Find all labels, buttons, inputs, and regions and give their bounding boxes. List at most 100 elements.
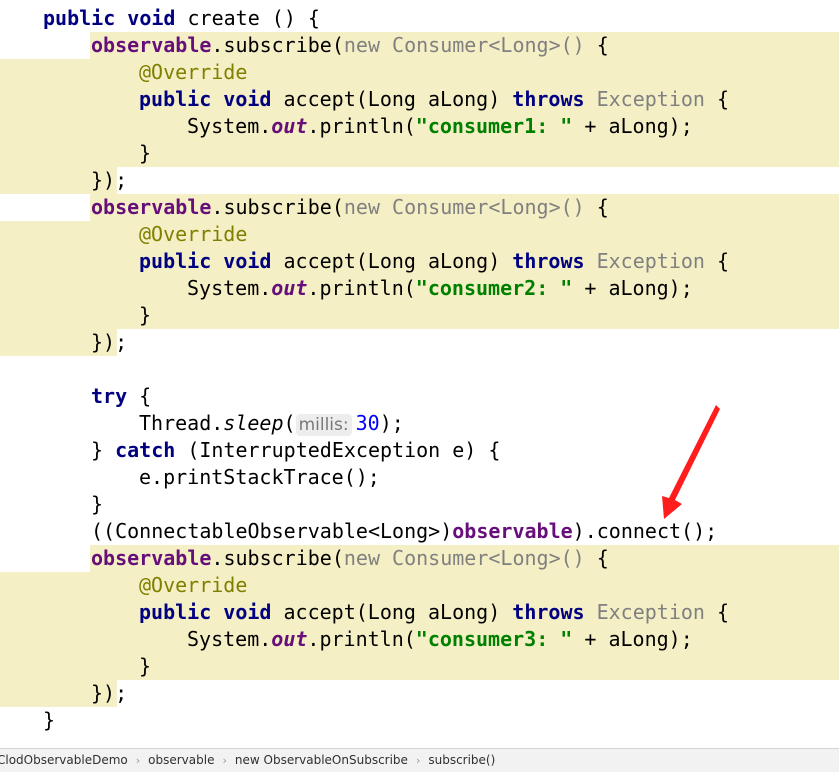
expression: + aLong); [572,276,693,300]
code-line: try { [0,383,151,410]
field-ref: observable [91,546,212,570]
arrow-shape [662,405,720,519]
code-line: } [0,302,151,329]
method-name: create () { [175,6,320,30]
code-line: public void accept(Long aLong) throws Ex… [0,248,729,275]
method-call: .println( [307,276,416,300]
type-ref: Exception [584,600,705,624]
method-call: .subscribe( [211,546,344,570]
code-line: observable.subscribe(new Consumer<Long>(… [0,545,609,572]
code-line: System.out.println("consumer3: " + aLong… [0,626,693,653]
brace: { [704,249,730,273]
code-line: } catch (InterruptedException e) { [0,437,500,464]
code-line: @Override [0,221,247,248]
code-editor[interactable]: public void create () { observable.subsc… [0,0,839,748]
keyword: throws [512,87,585,111]
code-line: e.printStackTrace(); [0,464,380,491]
brace: } [43,708,56,732]
code-line: observable.subscribe(new Consumer<Long>(… [0,194,609,221]
paren: ); [379,411,404,435]
brace: { [704,600,730,624]
code-line: ((ConnectableObservable<Long>)observable… [0,518,717,545]
brace: } [91,438,116,462]
method-call: .println( [307,627,416,651]
code-line: @Override [0,572,247,599]
keyword: void [127,6,176,30]
keyword: void [223,249,272,273]
catch-clause: (InterruptedException e) { [175,438,501,462]
type-ref: Exception [584,249,705,273]
code-line: }); [0,329,127,356]
code-line: public void accept(Long aLong) throws Ex… [0,86,729,113]
field-ref: observable [91,33,212,57]
brace: } [139,141,152,165]
code-line: }); [0,680,127,707]
parameter-hint: millis: [295,414,352,436]
field-ref: out [271,276,308,300]
method-signature: accept(Long aLong) [271,87,513,111]
breadcrumb-item-anonymous-class[interactable]: new ObservableOnSubscribe [235,749,408,772]
brace: }); [91,168,128,192]
annotation: @Override [139,60,248,84]
brace: { [704,87,730,111]
method-call: ).connect(); [572,519,718,543]
breadcrumb-separator: › [415,754,421,767]
class-ref: System. [187,627,272,651]
cast-expression: ((ConnectableObservable<Long>) [91,519,453,543]
class-ref: System. [187,114,272,138]
type-ref: Consumer<Long>() [380,33,585,57]
keyword: try [91,384,128,408]
method-call: sleep [223,411,284,435]
code-line: observable.subscribe(new Consumer<Long>(… [0,32,609,59]
code-line: System.out.println("consumer1: " + aLong… [0,113,693,140]
type-ref: Exception [584,87,705,111]
method-call: e.printStackTrace(); [139,465,380,489]
class-ref: Thread. [139,411,224,435]
code-line: Thread.sleep(millis: 30); [0,410,404,437]
method-call: .subscribe( [211,195,344,219]
brace: }); [91,681,128,705]
brace: { [584,546,609,570]
code-line: }); [0,167,127,194]
breadcrumb-separator: › [222,754,227,767]
code-line: } [0,707,55,734]
keyword: new [343,546,380,570]
code-line: } [0,491,103,518]
keyword: public [139,600,212,624]
expression: + aLong); [572,627,693,651]
breadcrumb: ClodObservableDemo › observable › new Observ… [0,748,839,772]
brace: { [584,195,609,219]
brace: }); [91,330,128,354]
method-call: .subscribe( [211,33,344,57]
brace: } [139,654,152,678]
string-literal: "consumer3: " [415,627,573,651]
code-line: System.out.println("consumer2: " + aLong… [0,275,693,302]
number-literal: 30 [355,411,380,435]
breadcrumb-item-class[interactable]: ClodObservableDemo [0,749,128,772]
paren: ( [283,411,296,435]
brace: } [91,492,104,516]
keyword: catch [115,438,176,462]
type-ref: Consumer<Long>() [380,195,585,219]
code-line: public void accept(Long aLong) throws Ex… [0,599,729,626]
annotation: @Override [139,573,248,597]
keyword: new [343,33,380,57]
brace: } [139,303,152,327]
keyword: public [43,6,116,30]
field-ref: observable [452,519,573,543]
breadcrumb-separator: › [135,754,141,767]
keyword: new [343,195,380,219]
method-signature: accept(Long aLong) [271,249,513,273]
string-literal: "consumer1: " [415,114,573,138]
keyword: public [139,87,212,111]
keyword: void [223,600,272,624]
breadcrumb-item-field[interactable]: observable [148,749,214,772]
field-ref: observable [91,195,212,219]
keyword: throws [512,600,585,624]
type-ref: Consumer<Long>() [380,546,585,570]
brace: { [584,33,609,57]
breadcrumb-item-method[interactable]: subscribe() [428,749,495,772]
method-call: .println( [307,114,416,138]
code-line: @Override [0,59,247,86]
annotation: @Override [139,222,248,246]
